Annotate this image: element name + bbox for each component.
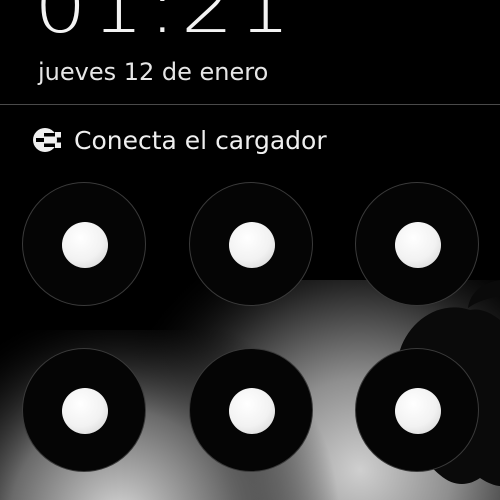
pattern-dot-2[interactable] <box>189 182 313 306</box>
pattern-dot-5[interactable] <box>189 348 313 472</box>
pattern-dot-4[interactable] <box>22 348 146 472</box>
unlock-pattern-grid[interactable] <box>0 0 500 500</box>
pattern-dot-center <box>229 222 275 268</box>
pattern-dot-center <box>395 222 441 268</box>
pattern-dot-1[interactable] <box>22 182 146 306</box>
pattern-dot-6[interactable] <box>355 348 479 472</box>
pattern-dot-3[interactable] <box>355 182 479 306</box>
lock-screen: 01:21 jueves 12 de enero Conecta el carg… <box>0 0 500 500</box>
pattern-dot-center <box>395 388 441 434</box>
pattern-dot-center <box>62 222 108 268</box>
pattern-dot-center <box>62 388 108 434</box>
pattern-dot-center <box>229 388 275 434</box>
